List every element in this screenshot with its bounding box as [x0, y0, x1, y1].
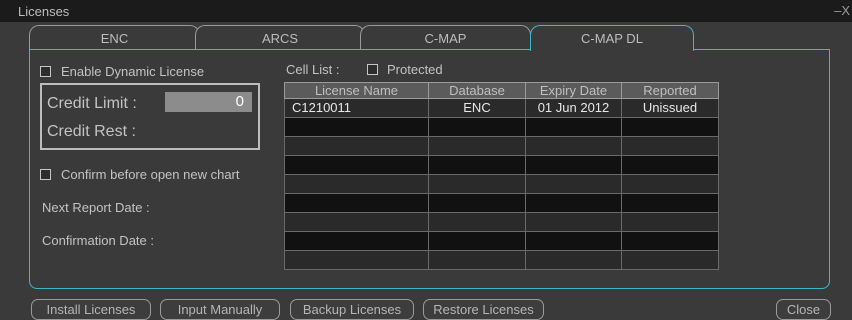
table-cell — [621, 155, 719, 175]
col-reported[interactable]: Reported — [621, 82, 719, 99]
table-cell — [525, 250, 622, 270]
table-cell — [525, 174, 622, 194]
window-title: Licenses — [18, 4, 70, 19]
confirm-before-open-label: Confirm before open new chart — [61, 167, 240, 182]
table-cell — [525, 231, 622, 251]
table-cell — [428, 117, 526, 137]
table-cell — [428, 174, 526, 194]
confirmation-date-label: Confirmation Date : — [42, 233, 154, 248]
credit-rest-label: Credit Rest : — [47, 123, 136, 140]
table-cell — [284, 155, 429, 175]
credit-limit-label: Credit Limit : — [47, 95, 137, 112]
table-cell — [428, 231, 526, 251]
tab-cmap-dl[interactable]: C-MAP DL — [530, 25, 694, 51]
table-cell — [621, 174, 719, 194]
table-cell — [428, 136, 526, 156]
table-cell — [621, 250, 719, 270]
table-row[interactable] — [284, 231, 719, 251]
table-cell — [428, 155, 526, 175]
table-cell — [525, 117, 622, 137]
cell-expiry-date: 01 Jun 2012 — [525, 98, 622, 118]
restore-licenses-button[interactable]: Restore Licenses — [423, 299, 544, 320]
col-database[interactable]: Database — [428, 82, 526, 99]
tab-enc[interactable]: ENC — [29, 25, 200, 50]
col-expiry-date[interactable]: Expiry Date — [525, 82, 622, 99]
table-cell — [621, 193, 719, 213]
table-cell — [284, 174, 429, 194]
tab-arcs[interactable]: ARCS — [195, 25, 365, 50]
table-cell — [525, 193, 622, 213]
window-close-icon[interactable]: –X — [834, 3, 850, 18]
table-cell — [284, 212, 429, 232]
tab-bar: ENC ARCS C-MAP C-MAP DL — [0, 22, 852, 51]
input-manually-button[interactable]: Input Manually — [160, 299, 280, 320]
title-bar: Licenses –X — [0, 0, 852, 22]
cell-database: ENC — [428, 98, 526, 118]
install-licenses-button[interactable]: Install Licenses — [31, 299, 151, 320]
enable-dynamic-license-checkbox[interactable] — [40, 66, 51, 77]
table-row[interactable] — [284, 250, 719, 270]
table-cell — [621, 231, 719, 251]
next-report-date-label: Next Report Date : — [42, 200, 150, 215]
tab-cmap[interactable]: C-MAP — [360, 25, 531, 50]
table-cell — [284, 193, 429, 213]
credit-limit-field[interactable]: 0 — [165, 92, 252, 112]
license-table-header: License Name Database Expiry Date Report… — [284, 82, 719, 99]
enable-dynamic-license-label: Enable Dynamic License — [61, 64, 205, 79]
table-row[interactable]: C1210011 ENC 01 Jun 2012 Unissued — [284, 98, 719, 118]
cell-reported: Unissued — [621, 98, 719, 118]
table-cell — [621, 117, 719, 137]
license-table: License Name Database Expiry Date Report… — [284, 82, 719, 270]
cell-list-label: Cell List : — [286, 62, 340, 77]
table-cell — [284, 250, 429, 270]
table-cell — [428, 250, 526, 270]
credit-box: Credit Limit : 0 Credit Rest : — [40, 83, 260, 150]
table-row[interactable] — [284, 193, 719, 213]
table-cell — [428, 212, 526, 232]
table-row[interactable] — [284, 174, 719, 194]
col-license-name[interactable]: License Name — [284, 82, 429, 99]
table-cell — [428, 193, 526, 213]
table-cell — [525, 212, 622, 232]
confirm-before-open-checkbox[interactable] — [40, 169, 51, 180]
backup-licenses-button[interactable]: Backup Licenses — [290, 299, 414, 320]
table-cell — [284, 117, 429, 137]
table-cell — [621, 136, 719, 156]
table-cell — [621, 212, 719, 232]
close-button[interactable]: Close — [776, 299, 831, 320]
cell-license-name: C1210011 — [284, 98, 429, 118]
table-cell — [525, 155, 622, 175]
table-cell — [284, 231, 429, 251]
table-row[interactable] — [284, 136, 719, 156]
table-row[interactable] — [284, 117, 719, 137]
protected-checkbox[interactable] — [367, 64, 378, 75]
table-row[interactable] — [284, 155, 719, 175]
protected-label: Protected — [387, 62, 443, 77]
table-cell — [284, 136, 429, 156]
table-row[interactable] — [284, 212, 719, 232]
table-cell — [525, 136, 622, 156]
